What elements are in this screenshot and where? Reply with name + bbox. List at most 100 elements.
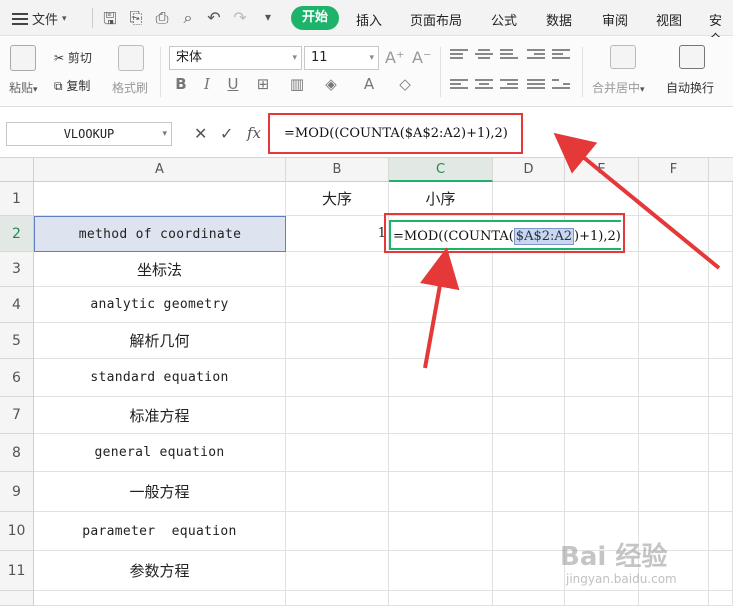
grid-cell[interactable] <box>709 216 733 252</box>
grid-cell[interactable] <box>639 216 709 252</box>
column-header-b[interactable]: B <box>286 158 389 182</box>
row-header-11[interactable]: 11 <box>0 551 34 591</box>
grid-cell[interactable] <box>565 397 639 434</box>
grid-cell[interactable] <box>286 434 389 472</box>
grid-cell[interactable] <box>565 472 639 512</box>
grid-cell[interactable] <box>709 591 733 606</box>
grid-cell[interactable] <box>639 252 709 287</box>
grid-cell[interactable] <box>286 472 389 512</box>
grid-cell[interactable] <box>565 252 639 287</box>
tab-page-layout[interactable]: 页面布局 <box>410 10 462 29</box>
grid-cell[interactable] <box>389 287 493 323</box>
row-header-2[interactable]: 2 <box>0 216 34 252</box>
grid-cell[interactable] <box>639 472 709 512</box>
grid-cell[interactable] <box>389 472 493 512</box>
tab-formulas[interactable]: 公式 <box>491 10 517 29</box>
tab-review[interactable]: 审阅 <box>602 10 628 29</box>
file-menu[interactable]: 文件 ▾ <box>12 9 67 28</box>
row-header-6[interactable]: 6 <box>0 359 34 397</box>
grid-cell[interactable] <box>639 591 709 606</box>
row-header-12[interactable] <box>0 591 34 606</box>
column-header-g[interactable] <box>709 158 733 182</box>
column-header-f[interactable]: F <box>639 158 709 182</box>
row-header-3[interactable]: 3 <box>0 252 34 287</box>
grid-cell[interactable] <box>565 323 639 359</box>
cell-b2[interactable]: 1 <box>286 216 389 252</box>
grid-cell[interactable] <box>709 182 733 216</box>
grid-cell[interactable] <box>286 323 389 359</box>
grid-cell[interactable] <box>286 551 389 591</box>
italic-icon[interactable]: I <box>196 75 218 93</box>
cell-a1[interactable] <box>34 182 286 216</box>
grid-cell[interactable] <box>389 397 493 434</box>
borders-icon[interactable]: ⊞ <box>252 75 274 93</box>
align-middle-icon[interactable] <box>475 49 493 63</box>
row-header-5[interactable]: 5 <box>0 323 34 359</box>
cancel-icon[interactable]: ✕ <box>194 124 207 143</box>
font-name-select[interactable]: 宋体 ▾ <box>169 46 302 70</box>
tab-data[interactable]: 数据 <box>546 10 572 29</box>
grid-cell[interactable] <box>565 434 639 472</box>
grid-cell[interactable] <box>493 359 565 397</box>
grid-cell[interactable] <box>639 323 709 359</box>
align-left-icon[interactable] <box>450 79 468 93</box>
grid-cell[interactable] <box>493 591 565 606</box>
grid-cell[interactable] <box>389 434 493 472</box>
grid-cell[interactable] <box>493 252 565 287</box>
cell-a4[interactable]: analytic geometry <box>34 287 286 323</box>
tab-insert[interactable]: 插入 <box>356 10 382 29</box>
grid-cell[interactable] <box>493 434 565 472</box>
cell-a3[interactable]: 坐标法 <box>34 252 286 287</box>
grid-cell[interactable] <box>639 359 709 397</box>
confirm-icon[interactable]: ✓ <box>220 124 233 143</box>
select-all-corner[interactable] <box>0 158 34 182</box>
grid-cell[interactable] <box>709 397 733 434</box>
outdent-icon[interactable] <box>552 49 570 63</box>
grid-cell[interactable] <box>565 359 639 397</box>
align-top-icon[interactable] <box>450 49 468 63</box>
cell-a8[interactable]: general equation <box>34 434 286 472</box>
grid-cell[interactable] <box>709 359 733 397</box>
merge-center-button[interactable]: 合并居中▾ <box>592 79 645 96</box>
column-header-d[interactable]: D <box>493 158 565 182</box>
grid-cell[interactable] <box>286 397 389 434</box>
format-painter-icon[interactable] <box>118 45 144 71</box>
underline-icon[interactable]: U <box>222 75 244 93</box>
align-center-icon[interactable] <box>475 79 493 93</box>
grid-cell[interactable] <box>286 591 389 606</box>
format-painter-button[interactable]: 格式刷 <box>112 79 148 96</box>
grid-cell[interactable] <box>709 323 733 359</box>
grid-cell[interactable] <box>565 287 639 323</box>
clear-format-icon[interactable]: ◇ <box>394 75 416 93</box>
grid-cell[interactable] <box>709 434 733 472</box>
grid-cell[interactable] <box>389 512 493 551</box>
grid-cell[interactable] <box>389 252 493 287</box>
font-size-select[interactable]: 11 ▾ <box>304 46 379 70</box>
tab-home[interactable]: 开始 <box>291 6 340 30</box>
cell-c1[interactable]: 小序 <box>389 182 493 216</box>
save-icon[interactable]: 🖫 <box>100 8 120 35</box>
print-icon[interactable]: ⎙ <box>152 8 172 28</box>
grid-cell[interactable] <box>709 252 733 287</box>
cell-a9[interactable]: 一般方程 <box>34 472 286 512</box>
grid-cell[interactable] <box>565 182 639 216</box>
grid-cell[interactable] <box>493 512 565 551</box>
customize-qat-icon[interactable]: ▾ <box>258 10 278 24</box>
tab-view[interactable]: 视图 <box>656 10 682 29</box>
grid-cell[interactable] <box>286 252 389 287</box>
wrap-text-button[interactable]: 自动换行 <box>666 79 714 96</box>
grid-cell[interactable] <box>709 287 733 323</box>
grid-cell[interactable] <box>34 591 286 606</box>
cell-a7[interactable]: 标准方程 <box>34 397 286 434</box>
grid-cell[interactable] <box>389 359 493 397</box>
align-right-icon[interactable] <box>500 79 518 93</box>
grid-cell[interactable] <box>639 434 709 472</box>
cell-a2[interactable]: method of coordinate <box>34 216 286 252</box>
column-header-e[interactable]: E <box>565 158 639 182</box>
cell-b1[interactable]: 大序 <box>286 182 389 216</box>
grid-cell[interactable] <box>286 287 389 323</box>
name-box[interactable]: VLOOKUP ▾ <box>6 122 172 146</box>
cell-a6[interactable]: standard equation <box>34 359 286 397</box>
paste-button[interactable]: 粘贴▾ <box>9 79 38 96</box>
grid-cell[interactable] <box>493 323 565 359</box>
